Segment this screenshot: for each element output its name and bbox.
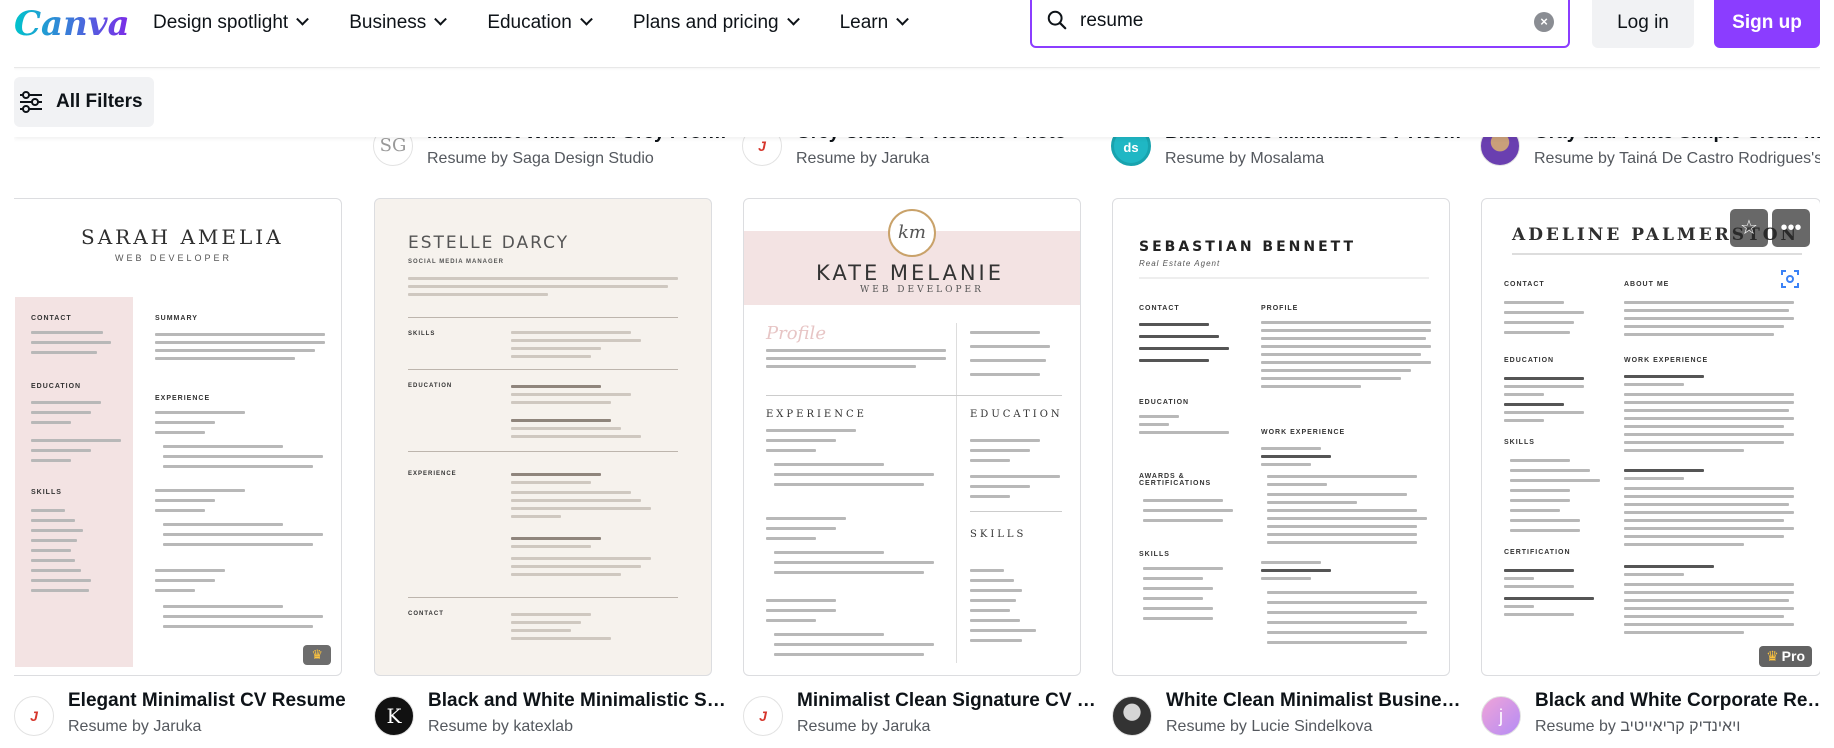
template-author[interactable]: Resume by Jaruka	[68, 718, 368, 736]
pro-badge: ♛ Pro	[1759, 646, 1812, 667]
nav-label: Design spotlight	[153, 12, 289, 33]
template-title[interactable]: Elegant Minimalist CV Resume	[68, 690, 368, 712]
resume-name: KATE MELANIE	[816, 261, 1005, 285]
template-card[interactable]: ADELINE PALMERSTON ☆ ••• CONTACT EDUCATI…	[1481, 198, 1820, 676]
avatar: j	[1481, 696, 1521, 736]
card-meta: J Elegant Minimalist CV Resume Resume by…	[14, 686, 354, 736]
section-heading: EDUCATION	[970, 409, 1063, 420]
crown-icon: ♛	[1766, 648, 1779, 664]
resume-name: ESTELLE DARCY	[408, 233, 570, 253]
section-heading: SKILLS	[31, 489, 62, 496]
search-icon	[1047, 10, 1067, 30]
template-author[interactable]: Resume by Tainá De Castro Rodrigues's	[1534, 150, 1820, 168]
nav-label: Business	[349, 12, 427, 33]
nav-plans-pricing[interactable]: Plans and pricing	[632, 12, 800, 34]
resume-name: SEBASTIAN BENNETT	[1139, 239, 1357, 255]
premium-crown-badge: ♛	[303, 645, 331, 665]
more-options-icon[interactable]: •••	[1772, 209, 1810, 247]
resume-role: WEB DEVELOPER	[860, 285, 984, 295]
section-heading: CERTIFICATION	[1504, 549, 1571, 556]
section-heading: EXPERIENCE	[408, 471, 457, 477]
section-heading: WORK EXPERIENCE	[1624, 357, 1709, 364]
section-heading: CONTACT	[1504, 281, 1545, 288]
all-filters-button[interactable]: All Filters	[14, 77, 154, 127]
section-heading: EXPERIENCE	[766, 409, 867, 420]
log-in-button[interactable]: Log in	[1592, 0, 1694, 48]
template-author[interactable]: Resume by Lucie Sindelkova	[1166, 718, 1466, 736]
resume-name: SARAH AMELIA	[81, 225, 284, 249]
card-meta: J Minimalist Clean Signature CV Resume R…	[743, 686, 1097, 736]
resume-role: WEB DEVELOPER	[115, 253, 233, 263]
template-title[interactable]: Black and White Minimalistic Simple Resu…	[428, 690, 728, 712]
template-author[interactable]: Resume by Saga Design Studio	[427, 150, 727, 168]
template-author[interactable]: Resume by Jaruka	[797, 718, 1097, 736]
card-meta: White Clean Minimalist Business Resume R…	[1112, 686, 1466, 736]
star-icon[interactable]: ☆	[1730, 209, 1768, 247]
chevron-down-icon	[296, 12, 310, 26]
chevron-down-icon	[579, 12, 593, 26]
template-card[interactable]: SEBASTIAN BENNETT Real Estate Agent CONT…	[1112, 198, 1450, 676]
top-header: Canva Design spotlight Business Educatio…	[14, 0, 1820, 68]
template-author[interactable]: Resume by ויאינדיק קריאייטיב	[1535, 718, 1820, 736]
template-author[interactable]: Resume by Jaruka	[796, 150, 1096, 168]
template-card[interactable]: km KATE MELANIE WEB DEVELOPER Profile EX…	[743, 198, 1081, 676]
section-heading: PROFILE	[1261, 305, 1299, 312]
nav-label: Education	[487, 12, 572, 33]
section-heading: CONTACT	[408, 611, 444, 617]
section-heading: SUMMARY	[155, 315, 198, 322]
nav-education[interactable]: Education	[487, 12, 593, 34]
nav-learn[interactable]: Learn	[839, 12, 910, 34]
canva-logo[interactable]: Canva	[14, 4, 130, 44]
nav-design-spotlight[interactable]: Design spotlight	[153, 12, 310, 34]
nav-label: Plans and pricing	[632, 12, 779, 33]
template-author[interactable]: Resume by katexlab	[428, 718, 728, 736]
profile-script: Profile	[766, 323, 826, 344]
clear-search-icon[interactable]: ×	[1534, 12, 1554, 32]
chevron-down-icon	[434, 12, 448, 26]
sign-up-button[interactable]: Sign up	[1714, 0, 1820, 48]
section-heading: EDUCATION	[408, 383, 453, 389]
nav-label: Learn	[839, 12, 889, 33]
all-filters-label: All Filters	[56, 91, 143, 112]
section-heading: SKILLS	[1504, 439, 1535, 446]
search-box[interactable]: ×	[1030, 0, 1570, 48]
resume-role: Real Estate Agent	[1139, 259, 1221, 268]
section-heading: ABOUT ME	[1624, 281, 1670, 288]
section-heading: SKILLS	[970, 529, 1027, 540]
section-heading: WORK EXPERIENCE	[1261, 429, 1346, 436]
section-heading: SKILLS	[408, 331, 436, 337]
template-title[interactable]: Minimalist Clean Signature CV Resume	[797, 690, 1097, 712]
section-heading: EDUCATION	[1139, 399, 1190, 406]
avatar: J	[14, 696, 54, 736]
template-card[interactable]: ESTELLE DARCY SOCIAL MEDIA MANAGER SKILL…	[374, 198, 712, 676]
filter-bar: All Filters	[14, 69, 1820, 137]
template-card[interactable]: SARAH AMELIA WEB DEVELOPER CONTACT EDUCA…	[14, 198, 342, 676]
app-frame: Canva Design spotlight Business Educatio…	[14, 0, 1820, 736]
template-title[interactable]: White Clean Minimalist Business Resume	[1166, 690, 1466, 712]
card-meta: j Black and White Corporate Resume Resum…	[1481, 686, 1820, 736]
avatar: K	[374, 696, 414, 736]
section-heading: EXPERIENCE	[155, 395, 211, 402]
resume-role: SOCIAL MEDIA MANAGER	[408, 259, 505, 265]
section-heading: EDUCATION	[31, 383, 82, 390]
section-heading: AWARDS & CERTIFICATIONS	[1139, 473, 1212, 487]
avatar: J	[743, 696, 783, 736]
main-nav: Design spotlight Business Education Plan…	[153, 0, 949, 46]
template-title[interactable]: Black and White Corporate Resume	[1535, 690, 1820, 712]
search-input[interactable]	[1080, 8, 1500, 34]
section-heading: SKILLS	[1139, 551, 1170, 558]
template-author[interactable]: Resume by Mosalama	[1165, 150, 1465, 168]
section-heading: CONTACT	[31, 315, 72, 322]
chevron-down-icon	[896, 12, 910, 26]
chevron-down-icon	[786, 12, 800, 26]
monogram-logo: km	[888, 209, 936, 257]
avatar	[1112, 696, 1152, 736]
pro-label: Pro	[1781, 648, 1805, 664]
section-heading: EDUCATION	[1504, 357, 1555, 364]
nav-business[interactable]: Business	[349, 12, 448, 34]
card-meta: K Black and White Minimalistic Simple Re…	[374, 686, 728, 736]
image-search-icon[interactable]	[1772, 261, 1808, 297]
sliders-icon	[20, 91, 42, 113]
section-heading: CONTACT	[1139, 305, 1180, 312]
